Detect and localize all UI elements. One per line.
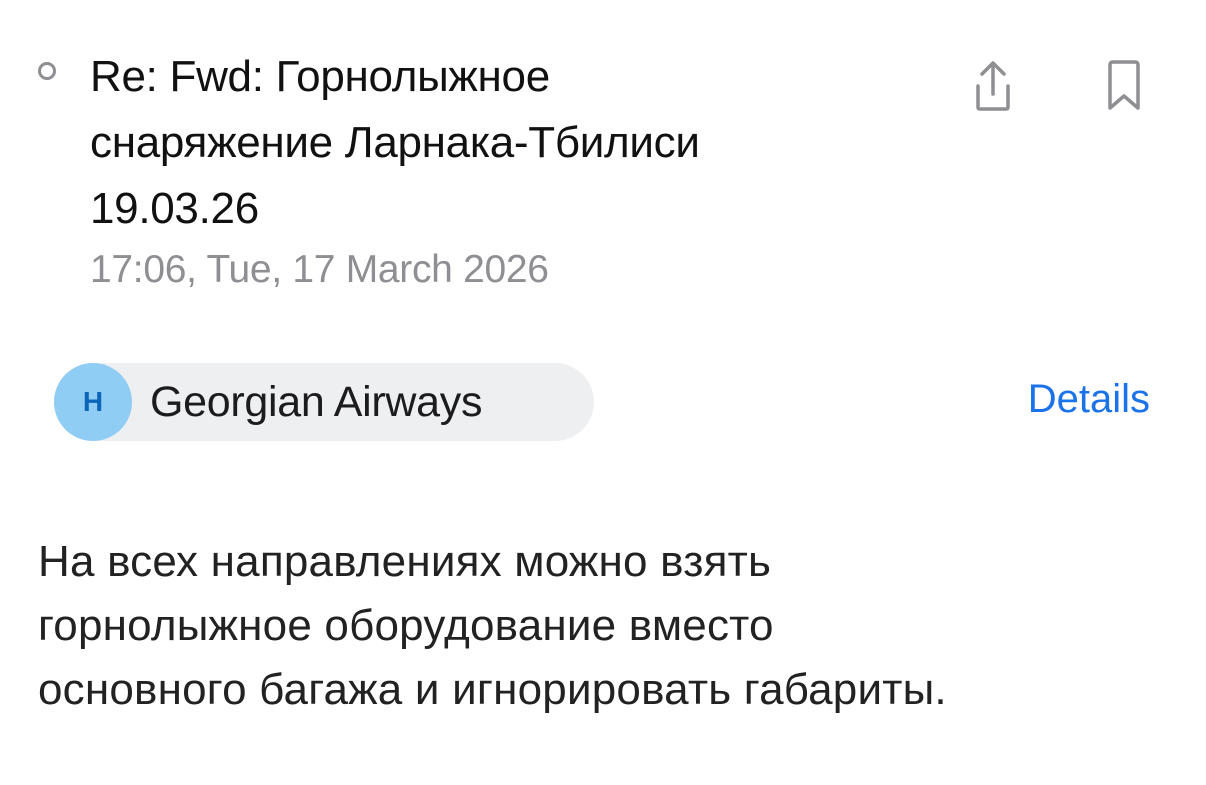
email-body: На всех направлениях можно взять горнолы…: [38, 530, 1158, 722]
bookmark-button[interactable]: [1096, 56, 1152, 116]
subject-line: 19.03.26: [90, 184, 259, 233]
share-icon: [976, 61, 1010, 111]
read-status-indicator: [38, 62, 56, 80]
avatar: H: [54, 363, 132, 441]
body-line: На всех направлениях можно взять: [38, 537, 772, 586]
share-button[interactable]: [965, 56, 1021, 116]
body-line: основного багажа и игнорировать габариты…: [38, 665, 947, 714]
subject-line: снаряжение Ларнака-Тбилиси: [90, 118, 700, 167]
email-timestamp: 17:06, Tue, 17 March 2026: [90, 248, 549, 291]
sender-chip[interactable]: H Georgian Airways: [54, 363, 594, 441]
details-link[interactable]: Details: [1028, 377, 1150, 422]
bookmark-icon: [1108, 60, 1140, 110]
email-subject: Re: Fwd: Горнолыжное снаряжение Ларнака-…: [90, 44, 890, 242]
body-line: горнолыжное оборудование вместо: [38, 601, 774, 650]
sender-name: Georgian Airways: [150, 377, 483, 426]
subject-line: Re: Fwd: Горнолыжное: [90, 52, 550, 101]
